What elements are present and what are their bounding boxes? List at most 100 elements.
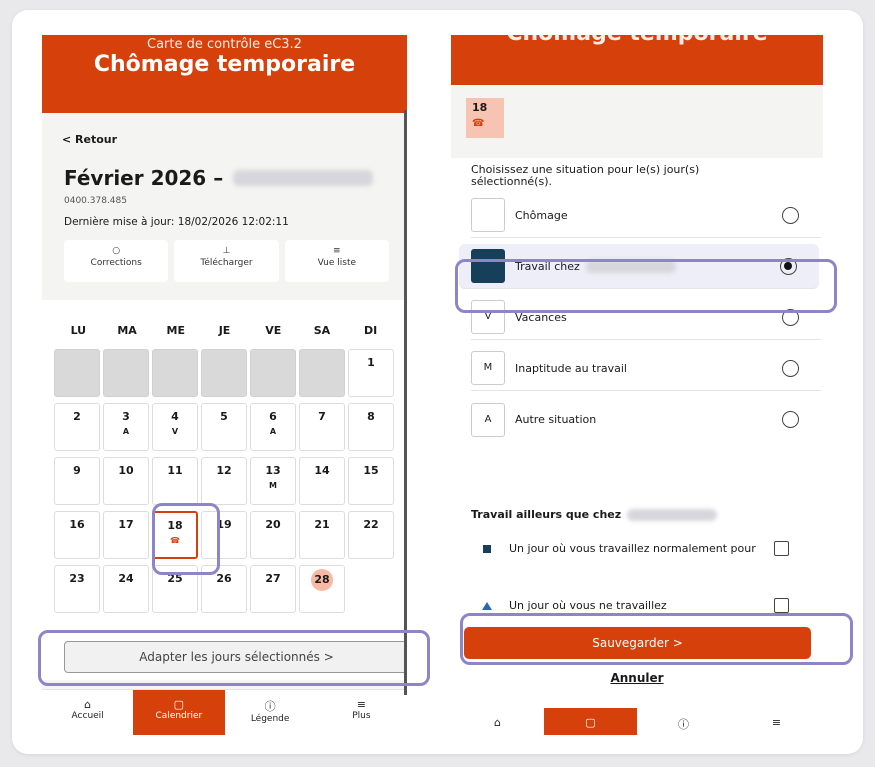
corrections-label: Corrections	[90, 258, 142, 268]
info-icon[interactable]: ⓘ	[637, 708, 730, 735]
calendar-icon: ▢	[173, 698, 185, 711]
day-code: V	[171, 427, 179, 436]
radio-button[interactable]	[782, 411, 799, 428]
day-number: 27	[265, 572, 281, 585]
day-number: 18	[167, 519, 183, 532]
nav-home[interactable]: ⌂ Accueil	[42, 690, 133, 735]
download-button[interactable]: ⊥ Télécharger	[174, 240, 279, 282]
option-label: Autre situation	[515, 413, 597, 426]
day-cell[interactable]: 20	[250, 511, 296, 559]
radio-button[interactable]	[782, 308, 799, 326]
option-other-employer-normal[interactable]: Un jour où vous travaillez normalement p…	[471, 541, 811, 556]
day-cell[interactable]: 27	[250, 565, 296, 613]
day-cell[interactable]: 15	[348, 457, 394, 505]
checkbox[interactable]	[774, 541, 789, 556]
day-number: 7	[318, 410, 326, 423]
day-cell[interactable]: 11	[152, 457, 198, 505]
day-number: 12	[216, 464, 232, 477]
nav-legend[interactable]: ⓘ Légende	[225, 690, 316, 735]
day-cell[interactable]: 26	[201, 565, 247, 613]
empty-day	[103, 349, 149, 397]
radio-button[interactable]	[782, 359, 799, 377]
company-number: 0400.378.485	[64, 196, 127, 206]
day-cell[interactable]: 2	[54, 403, 100, 451]
day-number: 24	[118, 572, 134, 585]
option-vacances[interactable]: V Vacances	[471, 295, 821, 340]
weekday-label: LU	[70, 324, 87, 337]
day-number: 23	[69, 572, 85, 585]
day-cell[interactable]: 8	[348, 403, 394, 451]
list-view-button[interactable]: ≡ Vue liste	[284, 240, 389, 282]
option-travail[interactable]: Travail chez	[459, 244, 819, 289]
option-autre[interactable]: A Autre situation	[471, 397, 821, 442]
corrections-button[interactable]: ○ Corrections	[64, 240, 169, 282]
option-inaptitude[interactable]: M Inaptitude au travail	[471, 346, 821, 391]
day-cell[interactable]: 14	[299, 457, 345, 505]
bottom-nav: ⌂ Accueil ▢ Calendrier ⓘ Légende ≡ Plus	[42, 689, 407, 735]
option-label: Un jour où vous ne travaillez	[509, 598, 667, 612]
day-cell[interactable]: 7	[299, 403, 345, 451]
day-number: 20	[265, 518, 281, 531]
day-cell[interactable]: 22	[348, 511, 394, 559]
nav-label: Calendrier	[155, 711, 203, 721]
header-title: Chômage temporaire	[93, 52, 356, 77]
action-bar: ○ Corrections ⊥ Télécharger ≡ Vue liste	[64, 240, 389, 282]
list-icon: ≡	[333, 246, 341, 256]
day-cell[interactable]: 24	[103, 565, 149, 613]
nav-more[interactable]: ≡ Plus	[316, 690, 407, 735]
back-link[interactable]: < Retour	[62, 133, 407, 146]
home-icon[interactable]: ⌂	[451, 708, 544, 735]
radio-button-selected[interactable]	[780, 257, 797, 275]
option-chomage[interactable]: Chômage	[471, 193, 821, 238]
day-cell[interactable]: 1	[348, 349, 394, 397]
nav-calendar[interactable]: ▢ Calendrier	[133, 690, 225, 735]
month-label: Février 2026 –	[64, 166, 224, 190]
phone-icon: ☎	[170, 536, 180, 545]
day-cell[interactable]: 25	[152, 565, 198, 613]
day-cell[interactable]: 16	[54, 511, 100, 559]
day-number: 14	[314, 464, 330, 477]
calendar-icon[interactable]: ▢	[544, 708, 637, 735]
day-cell[interactable]: 9	[54, 457, 100, 505]
day-cell[interactable]: 5	[201, 403, 247, 451]
option-code	[471, 249, 505, 283]
app-header: Carte de contrôle eC3.2 Chômage temporai…	[42, 35, 407, 113]
day-number: 3	[122, 410, 130, 423]
day-cell[interactable]: 17	[103, 511, 149, 559]
day-cell[interactable]: 12	[201, 457, 247, 505]
day-cell[interactable]: 21	[299, 511, 345, 559]
scrollbar[interactable]	[404, 110, 407, 695]
weekday-label: SA	[313, 324, 331, 337]
day-cell[interactable]: 3A	[103, 403, 149, 451]
day-grid: 1 2 3A 4V 5 6A 7 8 9 10 11 12 13 M 14 15 …	[54, 349, 395, 613]
day-cell-today[interactable]: 28	[299, 565, 345, 613]
day-cell[interactable]: 23	[54, 565, 100, 613]
day-number: 19	[216, 518, 232, 531]
cancel-link[interactable]: Annuler	[451, 671, 823, 685]
day-cell[interactable]: 19	[201, 511, 247, 559]
day-cell-selected[interactable]: 18 ☎	[152, 511, 198, 559]
day-cell[interactable]: 4V	[152, 403, 198, 451]
save-button[interactable]: Sauvegarder >	[464, 627, 811, 659]
day-cell[interactable]: 10	[103, 457, 149, 505]
day-code: A	[269, 427, 277, 436]
day-number: 9	[73, 464, 81, 477]
adapt-days-button[interactable]: Adapter les jours sélectionnés >	[64, 641, 407, 673]
day-number: 28	[311, 569, 333, 591]
nav-label: Légende	[250, 714, 290, 724]
day-cell[interactable]: 13 M	[250, 457, 296, 505]
month-title: Février 2026 –	[64, 166, 407, 190]
radio-button[interactable]	[782, 206, 799, 224]
download-label: Télécharger	[200, 258, 253, 268]
day-number: 17	[118, 518, 134, 531]
option-code: M	[471, 351, 505, 385]
adapt-bar: Adapter les jours sélectionnés >	[42, 633, 407, 677]
menu-icon[interactable]: ≡	[730, 708, 823, 735]
day-number: 4	[171, 410, 179, 423]
checkbox[interactable]	[774, 598, 789, 613]
option-other-employer-not[interactable]: Un jour où vous ne travaillez	[471, 598, 811, 613]
bottom-nav: ⌂ ▢ ⓘ ≡	[451, 708, 823, 735]
day-cell[interactable]: 6A	[250, 403, 296, 451]
instruction-text: Choisissez une situation pour le(s) jour…	[471, 163, 700, 188]
day-number: 26	[216, 572, 232, 585]
